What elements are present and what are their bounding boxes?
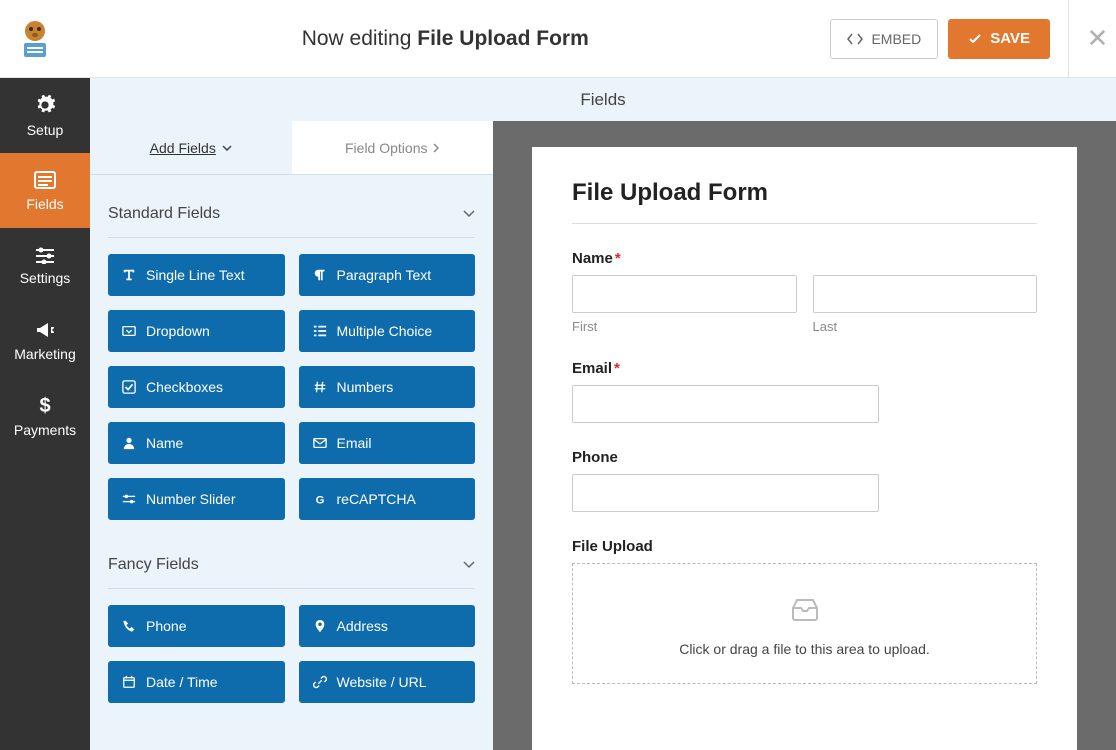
fields-panel: Add Fields Field Options Standard Fields…	[90, 121, 493, 750]
app-logo	[10, 14, 60, 64]
field-label: Multiple Choice	[337, 323, 433, 339]
email-input[interactable]	[572, 385, 879, 423]
main-sidebar: Setup Fields Settings Marketing $ Paymen…	[0, 78, 90, 750]
field-label: Numbers	[337, 379, 394, 395]
field-label: Name	[146, 435, 183, 451]
sidebar-label: Payments	[14, 422, 76, 438]
section-header[interactable]: Standard Fields	[108, 193, 475, 238]
field-label: Date / Time	[146, 674, 218, 690]
first-name-input[interactable]	[572, 275, 797, 313]
field-type-button[interactable]: Date / Time	[108, 661, 285, 703]
form-title: File Upload Form	[572, 179, 1037, 207]
phone-icon	[122, 619, 136, 633]
sidebar-item-payments[interactable]: $ Payments	[0, 378, 90, 453]
hash-icon	[313, 380, 327, 394]
list-icon	[313, 324, 327, 338]
save-button[interactable]: SAVE	[948, 19, 1050, 59]
field-label: Paragraph Text	[337, 267, 432, 283]
sidebar-item-settings[interactable]: Settings	[0, 228, 90, 303]
panel-heading: Fields	[90, 78, 1116, 121]
field-type-button[interactable]: GreCAPTCHA	[299, 478, 476, 520]
paragraph-icon	[313, 268, 327, 282]
top-bar: Now editing File Upload Form EMBED SAVE …	[0, 0, 1116, 78]
sidebar-label: Fields	[26, 196, 63, 212]
check-icon	[122, 380, 136, 394]
field-type-button[interactable]: Checkboxes	[108, 366, 285, 408]
field-type-button[interactable]: Address	[299, 605, 476, 647]
svg-text:G: G	[315, 494, 324, 506]
file-upload-dropzone[interactable]: Click or drag a file to this area to upl…	[572, 563, 1037, 684]
calendar-icon	[122, 675, 136, 689]
field-label: reCAPTCHA	[337, 491, 416, 507]
form-preview: File Upload Form Name* First Last	[532, 147, 1077, 750]
slider-icon	[122, 492, 136, 506]
field-type-button[interactable]: Website / URL	[299, 661, 476, 703]
editing-title: Now editing File Upload Form	[60, 27, 830, 51]
field-label: Phone	[146, 618, 186, 634]
field-label: Number Slider	[146, 491, 235, 507]
chevron-down-icon	[222, 145, 232, 151]
tab-add-fields[interactable]: Add Fields	[90, 121, 292, 174]
field-label: Single Line Text	[146, 267, 245, 283]
chevron-right-icon	[433, 143, 439, 153]
sidebar-label: Setup	[27, 122, 64, 138]
field-label: Email	[337, 435, 372, 451]
section-header[interactable]: Fancy Fields	[108, 544, 475, 589]
field-type-button[interactable]: Single Line Text	[108, 254, 285, 296]
sidebar-label: Settings	[20, 270, 71, 286]
chevron-down-icon	[463, 210, 475, 218]
phone-label: Phone	[572, 449, 1037, 466]
last-name-input[interactable]	[813, 275, 1038, 313]
dropdown-icon	[122, 324, 136, 338]
upload-text: Click or drag a file to this area to upl…	[593, 641, 1016, 657]
field-type-button[interactable]: Name	[108, 422, 285, 464]
first-sublabel: First	[572, 319, 797, 334]
text-icon	[122, 268, 136, 282]
field-type-button[interactable]: Number Slider	[108, 478, 285, 520]
email-label: Email*	[572, 360, 1037, 377]
sidebar-item-setup[interactable]: Setup	[0, 78, 90, 153]
chevron-down-icon	[463, 561, 475, 569]
field-type-button[interactable]: Dropdown	[108, 310, 285, 352]
field-label: Address	[337, 618, 388, 634]
name-label: Name*	[572, 250, 1037, 267]
field-label: Checkboxes	[146, 379, 223, 395]
last-sublabel: Last	[813, 319, 1038, 334]
field-type-button[interactable]: Multiple Choice	[299, 310, 476, 352]
sidebar-item-marketing[interactable]: Marketing	[0, 303, 90, 378]
file-upload-label: File Upload	[572, 538, 1037, 555]
field-label: Dropdown	[146, 323, 210, 339]
tab-field-options[interactable]: Field Options	[292, 121, 494, 174]
link-icon	[313, 675, 327, 689]
close-icon[interactable]: ✕	[1068, 0, 1098, 78]
field-label: Website / URL	[337, 674, 427, 690]
field-type-button[interactable]: Paragraph Text	[299, 254, 476, 296]
field-type-button[interactable]: Numbers	[299, 366, 476, 408]
field-type-button[interactable]: Email	[299, 422, 476, 464]
field-type-button[interactable]: Phone	[108, 605, 285, 647]
google-icon: G	[313, 492, 327, 506]
sidebar-label: Marketing	[14, 346, 75, 362]
upload-icon	[593, 596, 1016, 627]
svg-text:$: $	[39, 395, 50, 416]
sidebar-item-fields[interactable]: Fields	[0, 153, 90, 228]
embed-button[interactable]: EMBED	[830, 19, 938, 59]
phone-input[interactable]	[572, 474, 879, 512]
pin-icon	[313, 619, 327, 633]
user-icon	[122, 436, 136, 450]
mail-icon	[313, 436, 327, 450]
